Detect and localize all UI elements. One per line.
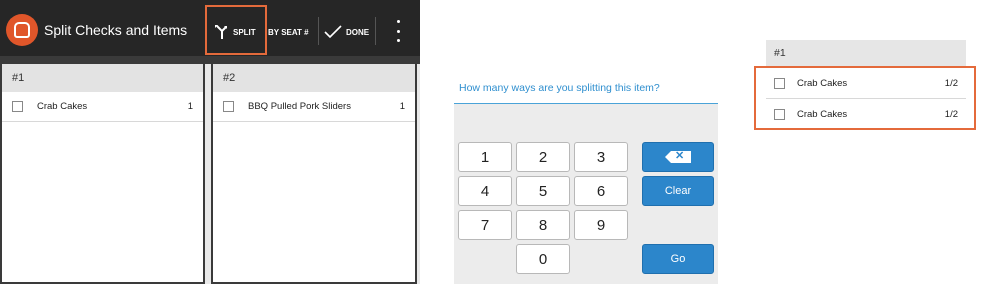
go-button[interactable]: Go bbox=[642, 244, 714, 274]
item-quantity: 1 bbox=[187, 101, 193, 112]
by-seat-button[interactable]: BY SEAT # bbox=[268, 18, 309, 46]
check-header: #1 bbox=[2, 64, 203, 92]
check-header: #2 bbox=[213, 64, 415, 92]
keypad-key-0[interactable]: 0 bbox=[516, 244, 570, 274]
keypad-key-3[interactable]: 3 bbox=[574, 142, 628, 172]
split-question: How many ways are you splitting this ite… bbox=[459, 82, 660, 94]
overflow-menu-icon[interactable] bbox=[390, 20, 406, 42]
keypad-key-5[interactable]: 5 bbox=[516, 176, 570, 206]
split-highlight-box bbox=[205, 5, 267, 55]
checkmark-icon bbox=[324, 25, 342, 39]
item-checkbox[interactable] bbox=[12, 101, 23, 112]
app-logo-icon bbox=[6, 14, 38, 46]
done-button-label: DONE bbox=[346, 27, 370, 37]
split-item-row[interactable]: Crab Cakes 1/2 bbox=[756, 68, 974, 98]
item-fraction: 1/2 bbox=[944, 108, 958, 120]
keypad-key-4[interactable]: 4 bbox=[458, 176, 512, 206]
check-item-row[interactable]: Crab Cakes 1 bbox=[2, 92, 203, 122]
keypad-key-7[interactable]: 7 bbox=[458, 210, 512, 240]
item-name: Crab Cakes bbox=[37, 101, 88, 112]
check-column-1: #1 Crab Cakes 1 bbox=[0, 64, 205, 284]
split-checks-screen: Split Checks and Items SPLIT BY SEAT # D… bbox=[0, 0, 420, 284]
split-ways-dialog: How many ways are you splitting this ite… bbox=[454, 72, 718, 284]
keypad-key-9[interactable]: 9 bbox=[574, 210, 628, 240]
item-checkbox[interactable] bbox=[774, 108, 785, 120]
backspace-button[interactable]: ✕ bbox=[642, 142, 714, 172]
item-name: Crab Cakes bbox=[797, 77, 848, 89]
clear-button[interactable]: Clear bbox=[642, 176, 714, 206]
backspace-icon: ✕ bbox=[665, 150, 691, 163]
keypad-key-6[interactable]: 6 bbox=[574, 176, 628, 206]
item-quantity: 1 bbox=[399, 101, 405, 112]
item-name: BBQ Pulled Pork Sliders bbox=[248, 101, 351, 112]
keypad-key-8[interactable]: 8 bbox=[516, 210, 570, 240]
toolbar-shadow bbox=[0, 56, 420, 64]
keypad-key-2[interactable]: 2 bbox=[516, 142, 570, 172]
toolbar-divider bbox=[375, 17, 376, 45]
split-result-panel: #1 Crab Cakes 1/2 Crab Cakes 1/2 bbox=[754, 40, 976, 130]
item-name: Crab Cakes bbox=[797, 108, 848, 120]
dialog-header: How many ways are you splitting this ite… bbox=[454, 72, 718, 104]
split-item-row[interactable]: Crab Cakes 1/2 bbox=[756, 99, 974, 129]
split-result-highlight-box: Crab Cakes 1/2 Crab Cakes 1/2 bbox=[754, 66, 976, 130]
item-checkbox[interactable] bbox=[774, 77, 785, 89]
check-column-2: #2 BBQ Pulled Pork Sliders 1 bbox=[211, 64, 417, 284]
toolbar-divider bbox=[318, 17, 319, 45]
check-header: #1 bbox=[766, 40, 966, 66]
done-button[interactable]: DONE bbox=[324, 18, 369, 46]
app-title: Split Checks and Items bbox=[44, 22, 188, 38]
item-fraction: 1/2 bbox=[944, 77, 958, 89]
item-checkbox[interactable] bbox=[223, 101, 234, 112]
keypad-key-1[interactable]: 1 bbox=[458, 142, 512, 172]
check-item-row[interactable]: BBQ Pulled Pork Sliders 1 bbox=[213, 92, 415, 122]
